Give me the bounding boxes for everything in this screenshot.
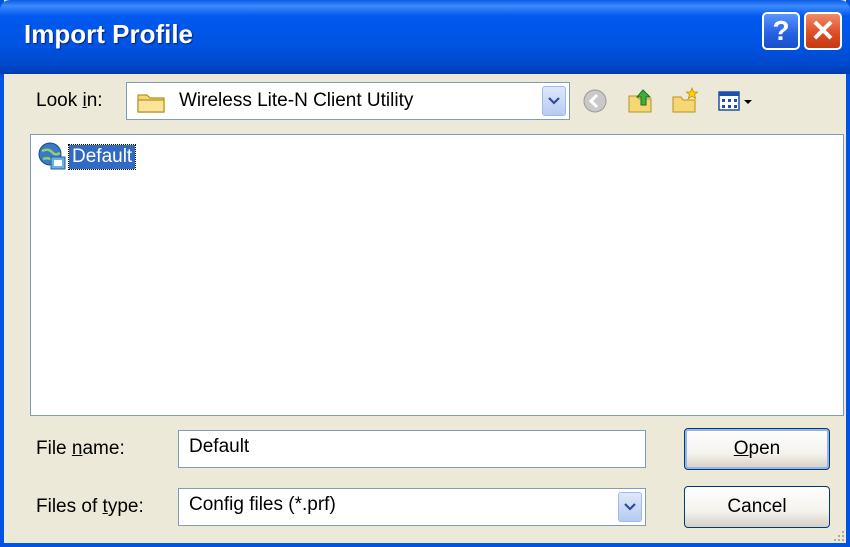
folder-icon — [137, 94, 165, 113]
resize-grip-icon[interactable] — [830, 527, 846, 543]
file-type-value: Config files (*.prf) — [189, 494, 336, 515]
chevron-down-icon — [548, 97, 560, 105]
close-icon: ✕ — [810, 14, 836, 48]
question-mark-icon: ? — [772, 15, 790, 46]
close-button[interactable]: ✕ — [804, 12, 842, 50]
network-profile-icon — [38, 142, 66, 170]
file-type-dropdown[interactable]: Config files (*.prf) — [178, 488, 646, 526]
file-name-input[interactable] — [189, 436, 635, 458]
title-bar[interactable]: Import Profile ? ✕ — [0, 0, 850, 74]
look-in-dropdown-button[interactable] — [542, 86, 566, 116]
back-arrow-icon[interactable] — [580, 86, 610, 116]
file-name-label: File name: — [36, 438, 125, 459]
open-button[interactable]: Open — [684, 428, 830, 470]
file-list[interactable]: Default — [30, 134, 844, 416]
file-name-field[interactable] — [178, 430, 646, 468]
dialog-title: Import Profile — [24, 19, 194, 49]
up-folder-icon[interactable] — [626, 86, 656, 116]
help-button[interactable]: ? — [762, 12, 800, 50]
chevron-down-icon — [624, 503, 636, 511]
import-profile-dialog: Import Profile ? ✕ Look in: Wireless Lit… — [0, 0, 850, 547]
file-type-label: Files of type: — [36, 496, 144, 517]
list-item-label: Default — [67, 144, 137, 170]
file-type-dropdown-button[interactable] — [618, 492, 642, 522]
cancel-button[interactable]: Cancel — [684, 486, 830, 528]
cancel-button-label: Cancel — [727, 496, 787, 517]
new-folder-icon[interactable] — [670, 86, 700, 116]
look-in-dropdown[interactable]: Wireless Lite-N Client Utility — [126, 82, 570, 120]
view-menu-icon[interactable] — [716, 86, 758, 116]
look-in-value: Wireless Lite-N Client Utility — [179, 90, 414, 111]
look-in-label: Look in: — [36, 90, 103, 111]
open-button-label: Open — [733, 438, 781, 459]
